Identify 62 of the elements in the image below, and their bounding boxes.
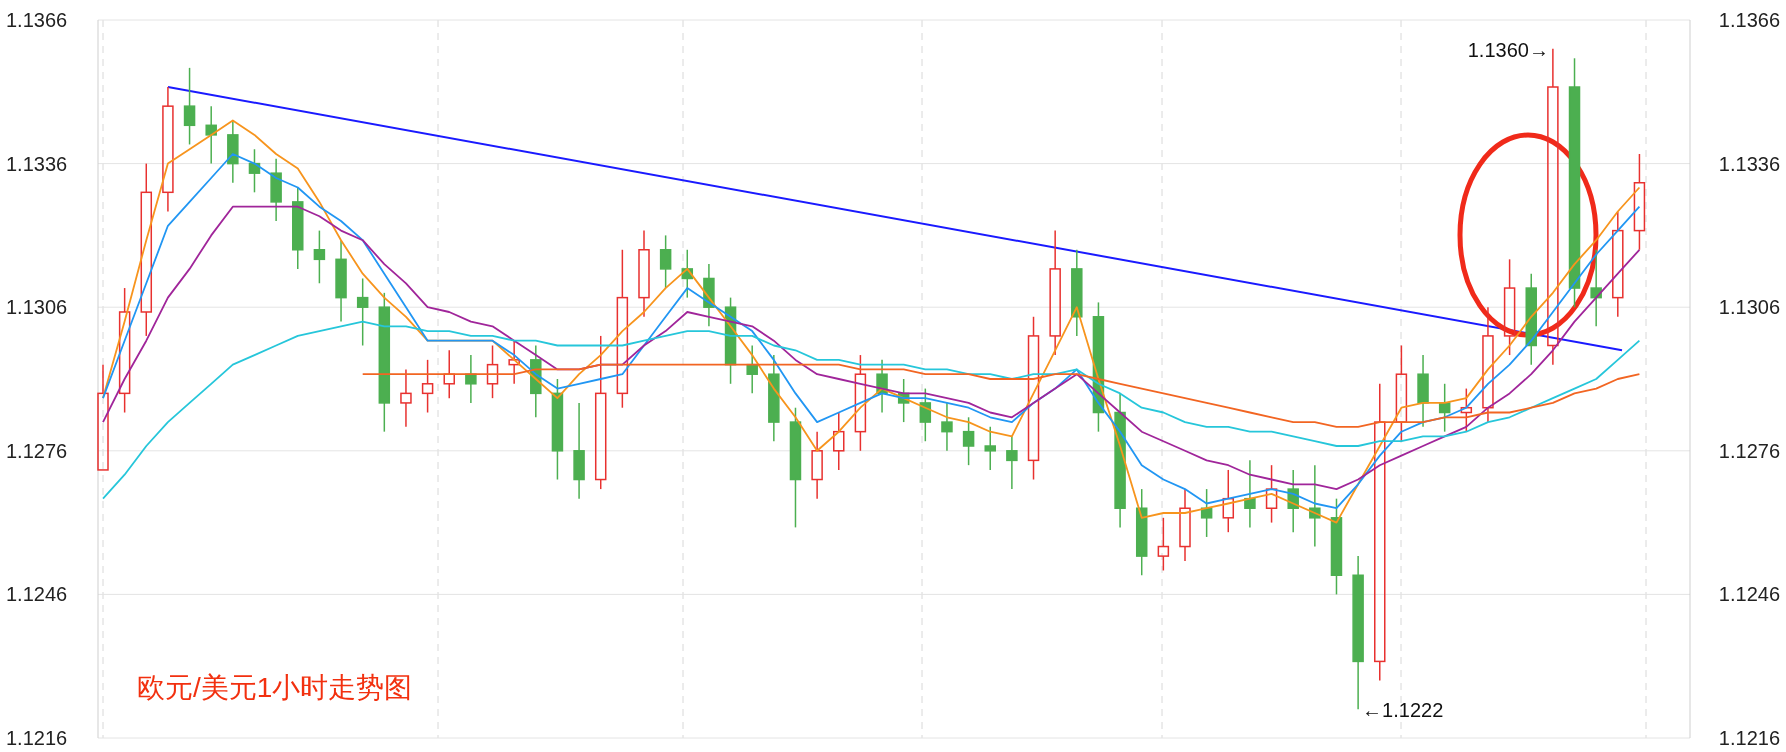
candlestick — [1006, 435, 1018, 490]
axis-tick-label: 1.1276 — [6, 439, 68, 462]
candlestick — [1071, 249, 1083, 337]
chart-title: 欧元/美元1小时走势图 — [137, 672, 413, 703]
candlestick — [1460, 387, 1473, 433]
axis-tick-label: 1.1306 — [6, 296, 68, 319]
candlestick — [941, 402, 953, 452]
axis-tick-label: 1.1246 — [1718, 583, 1780, 606]
candlestick — [768, 354, 780, 442]
candlestick — [508, 339, 520, 385]
candlestick — [313, 229, 326, 285]
candlestick — [162, 86, 174, 213]
price-annotation: ←1.1222 — [1362, 699, 1444, 722]
axis-tick-label: 1.1276 — [1718, 439, 1780, 462]
candlestick — [854, 354, 867, 452]
candlestick — [984, 426, 996, 471]
candlestick — [1330, 497, 1343, 596]
candlestick — [1200, 488, 1213, 538]
candlestick — [1395, 344, 1408, 442]
candlestick — [1612, 210, 1624, 318]
candlestick — [292, 186, 304, 270]
candlestick — [356, 277, 369, 347]
candlestick — [1417, 354, 1429, 428]
candlestick — [183, 67, 196, 146]
candlestick — [1590, 249, 1602, 328]
candlestick — [465, 354, 477, 404]
candlestick — [400, 368, 412, 428]
axis-tick-label: 1.1216 — [6, 727, 68, 749]
candlestick — [1482, 306, 1494, 423]
candlestick — [573, 402, 585, 500]
axis-tick-label: 1.1336 — [1718, 152, 1780, 175]
candlestick — [1352, 555, 1364, 711]
candlestick — [140, 162, 153, 337]
candlestick — [1525, 272, 1537, 366]
candlestick — [335, 239, 347, 323]
axis-tick-label: 1.1216 — [1718, 727, 1780, 749]
candlestick — [1309, 464, 1321, 548]
candlestick — [1135, 488, 1148, 576]
candlestick — [1049, 229, 1061, 356]
candlestick — [1244, 459, 1256, 529]
candlestick — [1374, 383, 1386, 682]
candlestick — [118, 287, 131, 414]
candlestick — [205, 105, 217, 165]
price-annotation: 1.1360→ — [1467, 38, 1549, 61]
candlestick — [421, 359, 434, 414]
axis-tick-label: 1.1366 — [6, 9, 68, 31]
axis-tick-label: 1.1336 — [6, 152, 68, 175]
candlestick — [1027, 316, 1040, 481]
candlestick — [270, 158, 282, 222]
axis-tick-label: 1.1246 — [6, 583, 68, 606]
candlestick — [811, 430, 823, 500]
candlestick — [443, 349, 455, 399]
axis-tick-label: 1.1306 — [1718, 296, 1780, 319]
candlestick — [1633, 153, 1646, 251]
candlestick — [1503, 258, 1516, 356]
candlestick — [1179, 488, 1191, 562]
candlestick — [1547, 47, 1559, 366]
candlestick — [638, 229, 650, 318]
candlestick — [833, 411, 845, 471]
candlestick — [1568, 57, 1581, 308]
axis-tick-label: 1.1366 — [1718, 9, 1780, 31]
candlestick — [227, 119, 239, 184]
